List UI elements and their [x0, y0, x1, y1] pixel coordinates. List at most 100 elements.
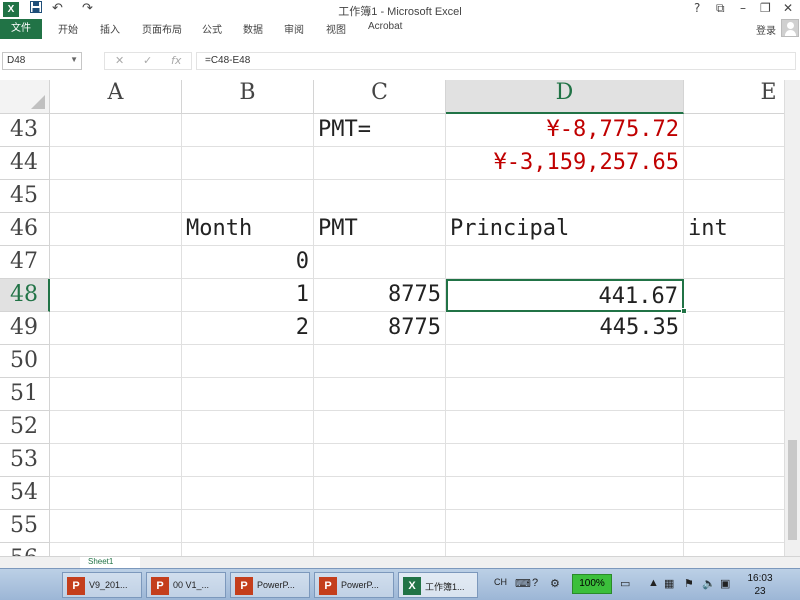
cell-a47[interactable] — [50, 246, 182, 279]
cell-d50[interactable] — [446, 345, 684, 378]
cell-e45[interactable] — [684, 180, 784, 213]
cell-b51[interactable] — [182, 378, 314, 411]
cell-a54[interactable] — [50, 477, 182, 510]
row-header-46[interactable]: 46 — [0, 213, 50, 246]
cell-d49[interactable]: 445.35 — [446, 312, 684, 345]
row-header-44[interactable]: 44 — [0, 147, 50, 180]
taskbar-item-ppt-3[interactable]: P PowerP... — [230, 572, 310, 598]
cell-d47[interactable] — [446, 246, 684, 279]
cell-c55[interactable] — [314, 510, 446, 543]
cell-c46[interactable]: PMT — [314, 213, 446, 246]
tab-review[interactable]: 审阅 — [284, 21, 304, 36]
cell-e43[interactable] — [684, 114, 784, 147]
column-header-e[interactable]: E — [684, 80, 784, 114]
tab-insert[interactable]: 插入 — [100, 21, 120, 36]
taskbar-item-ppt-1[interactable]: P V9_201... — [62, 572, 142, 598]
keyboard-icon[interactable]: ⌨ — [515, 577, 531, 590]
cell-a55[interactable] — [50, 510, 182, 543]
tab-file[interactable]: 文件 — [0, 19, 42, 39]
cell-c45[interactable] — [314, 180, 446, 213]
chevron-down-icon[interactable]: ▼ — [70, 55, 78, 64]
cell-c56[interactable] — [314, 543, 446, 556]
name-box[interactable]: D48 ▼ — [2, 52, 82, 70]
cell-c54[interactable] — [314, 477, 446, 510]
cell-b44[interactable] — [182, 147, 314, 180]
cell-c48[interactable]: 8775 — [314, 279, 446, 312]
cell-c52[interactable] — [314, 411, 446, 444]
help-icon[interactable]: ? — [532, 577, 538, 589]
cell-a46[interactable] — [50, 213, 182, 246]
ime-indicator[interactable]: CH — [494, 577, 507, 587]
help-button[interactable]: ? — [694, 1, 700, 15]
cell-d45[interactable] — [446, 180, 684, 213]
cell-d51[interactable] — [446, 378, 684, 411]
insert-function-icon[interactable]: fx — [171, 54, 181, 67]
cell-b43[interactable] — [182, 114, 314, 147]
cell-b54[interactable] — [182, 477, 314, 510]
cell-e49[interactable]: 8,32 — [684, 312, 784, 345]
row-header-52[interactable]: 52 — [0, 411, 50, 444]
cell-e56[interactable] — [684, 543, 784, 556]
cell-d48[interactable]: 441.67 — [446, 279, 684, 312]
cell-e50[interactable] — [684, 345, 784, 378]
sign-in-link[interactable]: 登录 — [756, 22, 776, 37]
cell-c44[interactable] — [314, 147, 446, 180]
cell-d56[interactable] — [446, 543, 684, 556]
cell-a45[interactable] — [50, 180, 182, 213]
cell-c50[interactable] — [314, 345, 446, 378]
cell-b48[interactable]: 1 — [182, 279, 314, 312]
network-icon[interactable]: ▦ — [664, 577, 674, 590]
cell-e53[interactable] — [684, 444, 784, 477]
ribbon-display-options-button[interactable]: ⧉ — [716, 1, 725, 16]
taskbar-item-ppt-2[interactable]: P 00 V1_... — [146, 572, 226, 598]
row-header-48[interactable]: 48 — [0, 279, 50, 312]
cell-d44[interactable]: ¥-3,159,257.65 — [446, 147, 684, 180]
fill-handle[interactable] — [681, 308, 687, 314]
cell-a53[interactable] — [50, 444, 182, 477]
enter-icon[interactable]: ✓ — [143, 54, 152, 67]
cell-d43[interactable]: ¥-8,775.72 — [446, 114, 684, 147]
cell-b55[interactable] — [182, 510, 314, 543]
cell-a50[interactable] — [50, 345, 182, 378]
cell-d53[interactable] — [446, 444, 684, 477]
user-avatar-icon[interactable] — [781, 19, 799, 37]
cell-d46[interactable]: Principal — [446, 213, 684, 246]
cell-b46[interactable]: Month — [182, 213, 314, 246]
row-header-50[interactable]: 50 — [0, 345, 50, 378]
cell-b50[interactable] — [182, 345, 314, 378]
cell-e52[interactable] — [684, 411, 784, 444]
column-header-d[interactable]: D — [446, 80, 684, 114]
column-header-b[interactable]: B — [182, 80, 314, 114]
cell-a43[interactable] — [50, 114, 182, 147]
worksheet-grid[interactable]: A B C D E 43 PMT= ¥-8,775.72 44 ¥-3,159,257.… — [0, 80, 784, 556]
tab-formulas[interactable]: 公式 — [202, 21, 222, 36]
tab-page-layout[interactable]: 页面布局 — [142, 21, 182, 36]
cell-a51[interactable] — [50, 378, 182, 411]
row-header-45[interactable]: 45 — [0, 180, 50, 213]
cell-c53[interactable] — [314, 444, 446, 477]
power-plug-icon[interactable]: ▭ — [620, 577, 630, 590]
flag-icon[interactable]: ⚑ — [684, 577, 694, 590]
cell-e44[interactable] — [684, 147, 784, 180]
close-button[interactable]: ✕ — [783, 1, 793, 15]
tab-home[interactable]: 开始 — [58, 21, 78, 36]
row-header-54[interactable]: 54 — [0, 477, 50, 510]
scrollbar-thumb[interactable] — [788, 440, 797, 540]
cell-e46[interactable]: int — [684, 213, 784, 246]
cell-e47[interactable] — [684, 246, 784, 279]
cell-e55[interactable] — [684, 510, 784, 543]
cell-b56[interactable] — [182, 543, 314, 556]
cell-c49[interactable]: 8775 — [314, 312, 446, 345]
cell-c51[interactable] — [314, 378, 446, 411]
settings-icon[interactable]: ⚙ — [550, 577, 560, 590]
column-header-a[interactable]: A — [50, 80, 182, 114]
cell-c47[interactable] — [314, 246, 446, 279]
cell-b45[interactable] — [182, 180, 314, 213]
tab-data[interactable]: 数据 — [243, 21, 263, 36]
battery-indicator[interactable]: 100% — [572, 574, 612, 594]
cell-e48[interactable]: 8,33 — [684, 279, 784, 312]
vertical-scrollbar[interactable] — [784, 80, 800, 556]
cell-e51[interactable] — [684, 378, 784, 411]
cell-b47[interactable]: 0 — [182, 246, 314, 279]
start-button[interactable] — [2, 571, 54, 599]
